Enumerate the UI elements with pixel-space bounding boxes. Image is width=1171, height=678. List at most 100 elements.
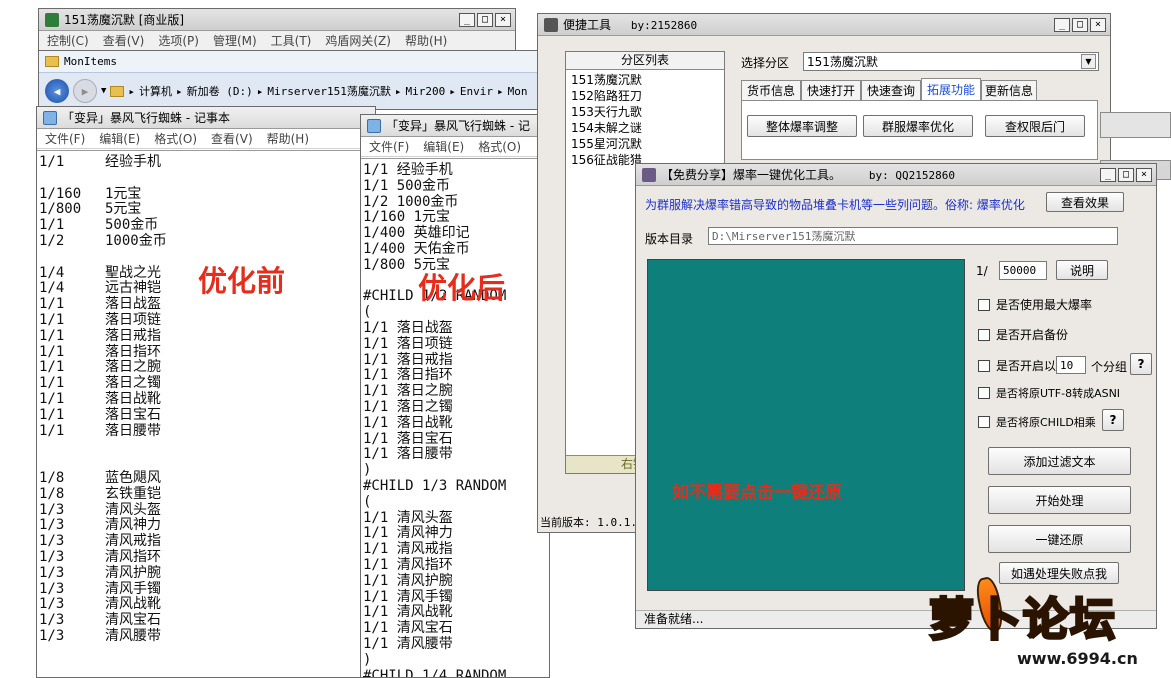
ratio-input[interactable]: 50000 [999,261,1047,280]
breadcrumb-drive[interactable]: 新加卷 (D:) [187,83,253,99]
menu-view[interactable]: 查看(V) [103,32,145,49]
partition-list-item[interactable]: 152陷路狂刀 [571,88,719,104]
checkbox[interactable] [978,359,990,372]
tab-extend[interactable]: 拓展功能 [921,78,981,100]
item-name: 落日宝石 [105,406,161,423]
tab-currency[interactable]: 货币信息 [741,80,801,100]
item-name: 经验手机 [105,154,161,170]
item-name: 清风手镯 [105,580,161,597]
group-drop-optimize-button[interactable]: 群服爆率优化 [863,115,973,137]
item-name: 聖战之光 [105,264,161,281]
option-backup[interactable]: 是否开启备份 [978,326,1068,343]
game-server-titlebar[interactable]: 151荡魔沉默 [商业版] _ □ × [39,9,515,31]
tab-update[interactable]: 更新信息 [981,80,1037,100]
notepad-after-titlebar[interactable]: 「变异」暴风飞行蜘蛛 - 记 [361,115,549,137]
tab-panel: 整体爆率调整 群服爆率优化 查权限后门 [741,100,1098,160]
forward-arrow-icon[interactable]: ▶ [73,79,97,103]
tab-quick-query[interactable]: 快速查询 [861,80,921,100]
notepad-before-titlebar[interactable]: 「变异」暴风飞行蜘蛛 - 记事本 [37,107,375,129]
close-button[interactable]: × [495,12,511,27]
notepad-after-title: 「变异」暴风飞行蜘蛛 - 记 [386,119,530,133]
menu-format[interactable]: 格式(O) [478,138,521,155]
minimize-button[interactable]: _ [459,12,475,27]
maximize-button[interactable]: □ [1118,167,1134,182]
breadcrumb-mir200[interactable]: Mir200 [406,85,446,98]
checkbox[interactable] [978,298,990,311]
folder-icon [45,56,59,67]
close-button[interactable]: × [1090,17,1106,32]
maximize-button[interactable]: □ [1072,17,1088,32]
checkbox[interactable] [978,328,990,341]
breadcrumb-server[interactable]: Mirserver151荡魔沉默 [267,83,390,99]
menu-tools[interactable]: 工具(T) [271,32,312,49]
menu-file[interactable]: 文件(F) [369,138,409,155]
item-name: 落日战靴 [105,390,161,407]
text-line: 1/3 清风宝石 [39,612,373,629]
text-line: 1/2 1000金币 [363,193,459,210]
start-process-button[interactable]: 开始处理 [988,486,1131,514]
optimizer-titlebar[interactable]: 【免费分享】爆率一键优化工具。 by: QQ2152860 _ □ × [636,164,1156,186]
text-line: 1/3 清风战靴 [39,596,373,613]
option-group[interactable]: 是否开启以 [978,357,1056,374]
text-line: ( [363,304,372,321]
checkbox[interactable] [978,387,990,399]
checkbox[interactable] [978,416,990,428]
breadcrumb-mon[interactable]: Mon [508,85,528,98]
menu-edit[interactable]: 编辑(E) [99,130,140,147]
partition-select[interactable]: 151荡魔沉默 ▼ [803,52,1099,71]
drop-ratio: 1/8 [39,485,65,502]
text-line: 1/3 清风手镯 [39,580,373,598]
chevron-down-icon[interactable]: ▼ [101,86,106,96]
drop-ratio: 1/1 [39,390,65,407]
partition-list-item[interactable]: 154未解之谜 [571,120,719,136]
item-name: 蓝色飓风 [105,469,161,486]
menu-edit[interactable]: 编辑(E) [423,138,464,155]
partition-list-item[interactable]: 155星河沉默 [571,136,719,152]
watermark-url: www.6994.cn [1017,649,1138,668]
version-status: 当前版本: 1.0.1. [540,516,637,529]
partition-list-header[interactable]: 分区列表 [566,52,724,70]
drop-ratio: 1/1 [39,217,65,234]
option-max-rate[interactable]: 是否使用最大爆率 [978,296,1092,313]
menu-gateway[interactable]: 鸡盾网关(Z) [325,32,391,49]
menu-help[interactable]: 帮助(H) [405,32,447,49]
overall-drop-rate-button[interactable]: 整体爆率调整 [747,115,857,137]
close-button[interactable]: × [1136,167,1152,182]
group-help-button[interactable]: ? [1130,353,1152,375]
menu-view[interactable]: 查看(V) [211,130,253,147]
tab-quick-open[interactable]: 快速打开 [801,80,861,100]
child-help-button[interactable]: ? [1102,409,1124,431]
explain-button[interactable]: 说明 [1056,260,1108,280]
breadcrumb-envir[interactable]: Envir [460,85,493,98]
menu-manage[interactable]: 管理(M) [213,32,257,49]
text-line: 1/160 1元宝 [363,209,451,226]
one-click-restore-button[interactable]: 一键还原 [988,525,1131,553]
chevron-down-icon[interactable]: ▼ [1081,54,1096,69]
item-name: 落日指环 [105,343,161,360]
menu-options[interactable]: 选项(P) [158,32,199,49]
maximize-button[interactable]: □ [477,12,493,27]
notepad-before-text[interactable]: 1/1 经验手机 1/160 1元宝 1/800 5元宝 1/1 500金币 1/2 1000金币… [37,150,375,677]
breadcrumb-computer[interactable]: 计算机 [139,83,172,99]
menu-format[interactable]: 格式(O) [154,130,197,147]
menu-file[interactable]: 文件(F) [45,130,85,147]
menu-help[interactable]: 帮助(H) [267,130,309,147]
dir-field[interactable]: D:\Mirserver151荡魔沉默 [708,227,1118,245]
option-child-multiply[interactable]: 是否将原CHILD相乘 [978,414,1096,430]
option-utf8[interactable]: 是否将原UTF-8转成ASNI [978,385,1120,401]
minimize-button[interactable]: _ [1054,17,1070,32]
minimize-button[interactable]: _ [1100,167,1116,182]
partition-list-item[interactable]: 153天行九歌 [571,104,719,120]
menu-control[interactable]: 控制(C) [47,32,89,49]
item-name: 5元宝 [105,201,142,218]
drop-ratio: 1/2 [39,232,65,249]
check-backdoor-button[interactable]: 查权限后门 [985,115,1085,137]
notepad-after-text[interactable]: 1/1 经验手机 1/1 500金币 1/2 1000金币 1/160 1元宝 1/40… [361,158,549,677]
view-effect-button[interactable]: 查看效果 [1046,192,1124,212]
quick-tool-titlebar[interactable]: 便捷工具 by:2152860 _ □ × [538,14,1110,36]
group-count-input[interactable]: 10 [1056,356,1086,374]
partition-list-item[interactable]: 151荡魔沉默 [571,72,719,88]
back-arrow-icon[interactable]: ◀ [45,79,69,103]
add-filter-text-button[interactable]: 添加过滤文本 [988,447,1131,475]
log-panel[interactable] [647,259,965,591]
